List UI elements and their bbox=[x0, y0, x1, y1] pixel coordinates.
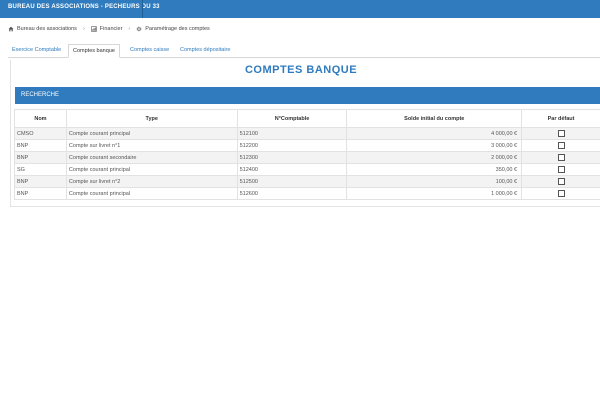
search-toggle-bar[interactable]: RECHERCHE bbox=[15, 87, 600, 104]
column-header-numero-comptable[interactable]: N°Comptable bbox=[236, 109, 348, 128]
cell-solde: 1 000,00 € bbox=[346, 187, 523, 200]
default-checkbox[interactable] bbox=[557, 154, 565, 161]
cell-solde: 4 000,00 € bbox=[346, 127, 523, 140]
cell-type: Compte sur livret n°2 bbox=[65, 175, 238, 188]
cell-numero-comptable: 512600 bbox=[236, 187, 348, 200]
breadcrumb-label: Financier bbox=[99, 26, 123, 32]
page-title: COMPTES BANQUE bbox=[244, 64, 358, 76]
tab-comptes-banque[interactable]: Comptes banque bbox=[68, 44, 120, 58]
breadcrumb-item-financier[interactable]: Financier bbox=[91, 26, 123, 32]
table-row[interactable]: CMSO Compte courant principal 512100 4 0… bbox=[14, 127, 600, 140]
cell-par-defaut bbox=[521, 151, 600, 164]
top-bar-divider bbox=[142, 0, 143, 18]
cell-par-defaut bbox=[521, 187, 600, 200]
cell-type: Compte courant principal bbox=[65, 127, 238, 140]
table-header-row: Nom Type N°Comptable Solde initial du co… bbox=[14, 109, 600, 128]
column-header-par-defaut[interactable]: Par défaut bbox=[521, 109, 600, 128]
column-header-solde-initial[interactable]: Solde initial du compte bbox=[346, 109, 523, 128]
cell-solde: 100,00 € bbox=[346, 175, 523, 188]
cell-numero-comptable: 512200 bbox=[236, 139, 348, 152]
default-checkbox[interactable] bbox=[557, 142, 565, 149]
cell-par-defaut bbox=[521, 163, 600, 176]
default-checkbox[interactable] bbox=[557, 130, 565, 137]
app-title: BUREAU DES ASSOCIATIONS - PECHEURS DU 33 bbox=[8, 4, 160, 10]
cell-nom: BNP bbox=[14, 187, 67, 200]
cell-type: Compte courant secondaire bbox=[65, 151, 238, 164]
breadcrumb-label: Bureau des associations bbox=[17, 26, 77, 32]
cell-solde: 350,00 € bbox=[346, 163, 523, 176]
cell-nom: SG bbox=[14, 163, 67, 176]
top-bar: BUREAU DES ASSOCIATIONS - PECHEURS DU 33 bbox=[0, 0, 600, 18]
cell-numero-comptable: 512100 bbox=[236, 127, 348, 140]
cell-type: Compte sur livret n°1 bbox=[65, 139, 238, 152]
gear-icon bbox=[136, 26, 142, 32]
cell-numero-comptable: 512300 bbox=[236, 151, 348, 164]
chevron-right-icon: › bbox=[128, 26, 131, 32]
table-row[interactable]: BNP Compte courant principal 512600 1 00… bbox=[14, 187, 600, 200]
breadcrumb-item-home[interactable]: Bureau des associations bbox=[8, 26, 77, 32]
chevron-right-icon: › bbox=[82, 26, 85, 32]
cell-nom: CMSO bbox=[14, 127, 67, 140]
cell-solde: 2 000,00 € bbox=[346, 151, 523, 164]
chart-icon bbox=[91, 26, 97, 32]
cell-numero-comptable: 512400 bbox=[236, 163, 348, 176]
default-checkbox[interactable] bbox=[557, 178, 565, 185]
content-panel: COMPTES BANQUE RECHERCHE Nom Type N°Comp… bbox=[10, 60, 600, 207]
search-label: RECHERCHE bbox=[21, 92, 60, 98]
column-header-type[interactable]: Type bbox=[65, 109, 238, 128]
cell-nom: BNP bbox=[14, 175, 67, 188]
breadcrumb-label: Paramétrage des comptes bbox=[145, 26, 210, 32]
default-checkbox[interactable] bbox=[557, 190, 565, 197]
tab-comptes-depositaire[interactable]: Comptes dépositaire bbox=[176, 44, 234, 56]
table-row[interactable]: BNP Compte sur livret n°2 512500 100,00 … bbox=[14, 175, 600, 188]
cell-numero-comptable: 512500 bbox=[236, 175, 348, 188]
breadcrumb: Bureau des associations › Financier › Pa… bbox=[0, 22, 600, 36]
cell-type: Compte courant principal bbox=[65, 163, 238, 176]
cell-par-defaut bbox=[521, 127, 600, 140]
cell-nom: BNP bbox=[14, 151, 67, 164]
tab-bar: Exercice Comptable Comptes banque Compte… bbox=[8, 44, 600, 58]
default-checkbox[interactable] bbox=[557, 166, 565, 173]
table-row[interactable]: BNP Compte courant secondaire 512300 2 0… bbox=[14, 151, 600, 164]
cell-type: Compte courant principal bbox=[65, 187, 238, 200]
accounts-table: Nom Type N°Comptable Solde initial du co… bbox=[14, 109, 600, 200]
cell-solde: 3 000,00 € bbox=[346, 139, 523, 152]
table-row[interactable]: SG Compte courant principal 512400 350,0… bbox=[14, 163, 600, 176]
cell-nom: BNP bbox=[14, 139, 67, 152]
cell-par-defaut bbox=[521, 139, 600, 152]
home-icon bbox=[8, 26, 14, 32]
cell-par-defaut bbox=[521, 175, 600, 188]
table-row[interactable]: BNP Compte sur livret n°1 512200 3 000,0… bbox=[14, 139, 600, 152]
tab-exercice-comptable[interactable]: Exercice Comptable bbox=[8, 44, 65, 56]
tab-comptes-caisse[interactable]: Comptes caisse bbox=[126, 44, 173, 56]
column-header-nom[interactable]: Nom bbox=[14, 109, 67, 128]
breadcrumb-item-parametrage[interactable]: Paramétrage des comptes bbox=[136, 26, 210, 32]
